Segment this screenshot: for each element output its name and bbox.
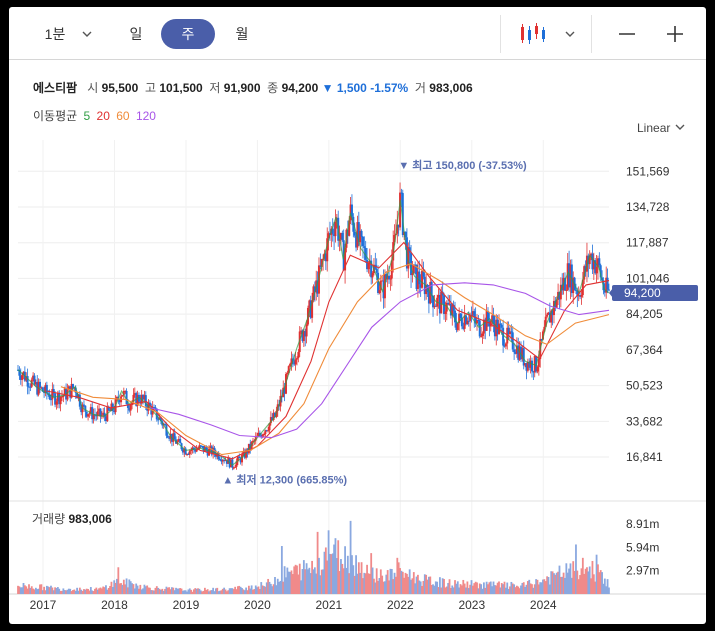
candle-body: [418, 271, 421, 285]
candle-body: [480, 335, 483, 337]
candle-body: [371, 273, 374, 278]
candle-body: [375, 268, 378, 273]
candle-body: [504, 343, 507, 347]
candle-body: [536, 366, 539, 372]
candle-body: [231, 459, 234, 468]
candle-body: [262, 434, 265, 436]
volume-bar: [608, 587, 610, 594]
candle-body: [459, 313, 462, 318]
candle-body: [444, 311, 447, 314]
candle-body: [267, 430, 270, 432]
x-tick-label: 2019: [173, 598, 200, 612]
x-tick-label: 2020: [244, 598, 271, 612]
candle-body: [580, 295, 583, 297]
candle-body: [334, 221, 337, 237]
price-chart[interactable]: ▼ 최고 150,800 (-37.53%) ▲ 최저 12,300 (665.8…: [9, 7, 706, 624]
y-tick-label: 134,728: [626, 200, 670, 214]
volume-panel-value: 983,006: [68, 512, 112, 526]
candle-body: [537, 359, 540, 367]
volume-legend: 거래량 983,006: [32, 510, 112, 527]
volume-tick-label: 8.91m: [626, 517, 659, 531]
candle-body: [173, 433, 176, 440]
candle-body: [294, 359, 297, 365]
candle-body: [511, 332, 514, 350]
y-tick-label: 67,364: [626, 343, 663, 357]
x-tick-label: 2022: [387, 598, 414, 612]
candle-body: [378, 290, 381, 293]
y-tick-label: 151,569: [626, 164, 670, 178]
candle-body: [234, 466, 237, 468]
candle-body: [29, 386, 32, 388]
candle-body: [38, 381, 41, 388]
candle-body: [45, 384, 48, 394]
candle-body: [598, 258, 601, 266]
candle-body: [87, 414, 90, 417]
candle-body: [607, 289, 610, 291]
candle-body: [360, 230, 363, 237]
candle-body: [129, 404, 132, 411]
candle-body: [121, 395, 124, 397]
x-tick-label: 2021: [316, 598, 343, 612]
price-plot-area: [18, 140, 609, 500]
current-price-label: 94,200: [624, 286, 661, 300]
volume-tick-label: 5.94m: [626, 540, 659, 554]
y-tick-label: 117,887: [626, 236, 669, 250]
candle-body: [353, 231, 356, 236]
candle-body: [574, 289, 577, 291]
current-price-pointer: [609, 287, 613, 298]
candle-body: [363, 246, 366, 248]
y-tick-label: 16,841: [626, 450, 663, 464]
candle-body: [565, 289, 568, 291]
candle-body: [546, 314, 549, 317]
low-annotation: ▲ 최저 12,300 (665.85%): [222, 473, 347, 487]
candle-body: [456, 323, 459, 330]
chart-window: 1분 일 주 월 에스티팜 시 95,500 고 101,500 저 91,90…: [9, 7, 706, 624]
candle-body: [286, 373, 289, 375]
candle-body: [499, 323, 502, 325]
x-tick-label: 2024: [530, 598, 557, 612]
x-tick-label: 2017: [30, 598, 57, 612]
y-tick-label: 50,523: [626, 379, 663, 393]
candle-body: [467, 320, 470, 322]
candle-body: [341, 232, 344, 241]
candle-body: [500, 324, 503, 328]
volume-tick-label: 2.97m: [626, 564, 659, 578]
candle-body: [481, 333, 484, 336]
y-tick-label: 84,205: [626, 307, 663, 321]
candle-body: [179, 438, 182, 444]
candle-body: [295, 358, 298, 360]
candle-body: [513, 349, 516, 353]
candle-body: [367, 263, 370, 270]
x-tick-label: 2023: [458, 598, 485, 612]
candle-body: [305, 324, 308, 337]
candle-body: [297, 352, 300, 359]
volume-panel-label: 거래량: [32, 512, 66, 526]
candle-body: [55, 401, 58, 405]
candle-body: [238, 456, 241, 459]
y-tick-label: 33,682: [626, 414, 663, 428]
candle-body: [606, 277, 609, 290]
candle-body: [166, 435, 169, 438]
candle-body: [510, 331, 513, 333]
candle-body: [59, 396, 62, 405]
y-tick-label: 101,046: [626, 271, 670, 285]
candle-body: [188, 450, 191, 455]
candle-body: [478, 320, 481, 337]
candle-body: [164, 424, 167, 426]
candle-body: [530, 360, 533, 372]
candle-body: [502, 327, 505, 346]
candle-body: [595, 266, 598, 274]
candle-body: [82, 404, 85, 406]
candle-body: [361, 236, 364, 247]
candle-body: [21, 375, 24, 380]
candle-body: [389, 278, 392, 280]
candle-body: [187, 453, 190, 455]
x-tick-label: 2018: [101, 598, 128, 612]
high-annotation: ▼ 최고 150,800 (-37.53%): [398, 158, 527, 172]
